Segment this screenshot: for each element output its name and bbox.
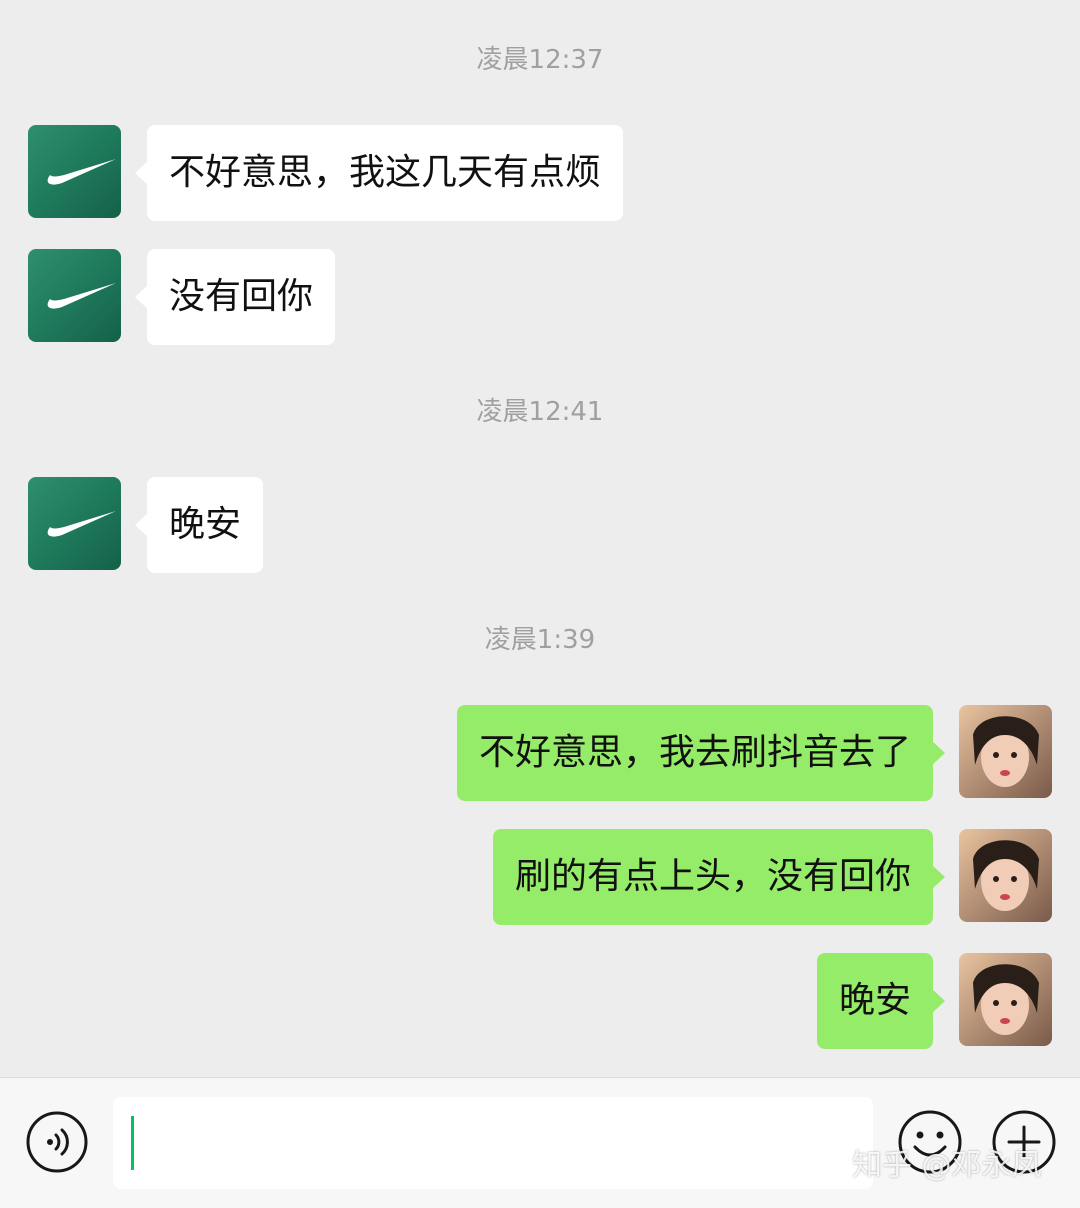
contact-avatar[interactable]	[28, 477, 121, 570]
chat-input-bar	[0, 1077, 1080, 1208]
message-bubble-incoming[interactable]: 没有回你	[134, 249, 336, 345]
more-options-button[interactable]	[991, 1109, 1057, 1175]
message-bubble-incoming[interactable]: 不好意思，我这几天有点烦	[134, 125, 624, 221]
message-timestamp: 凌晨1:39	[484, 625, 596, 655]
message-text-input[interactable]	[113, 1097, 873, 1189]
message-bubble-outgoing[interactable]: 晚安	[816, 953, 946, 1049]
message-row-incoming: 没有回你	[0, 249, 1080, 345]
contact-avatar[interactable]	[28, 249, 121, 342]
message-timestamp: 凌晨12:37	[476, 45, 604, 75]
message-bubble-outgoing[interactable]: 不好意思，我去刷抖音去了	[456, 705, 946, 801]
text-cursor	[131, 1116, 134, 1170]
plus-icon	[992, 1110, 1056, 1174]
user-avatar[interactable]	[959, 705, 1052, 798]
emoji-icon	[898, 1110, 962, 1174]
emoji-button[interactable]	[897, 1109, 963, 1175]
contact-avatar[interactable]	[28, 125, 121, 218]
message-row-outgoing: 不好意思，我去刷抖音去了	[0, 705, 1080, 801]
message-row-outgoing: 晚安	[0, 953, 1080, 1049]
voice-input-button[interactable]	[25, 1110, 89, 1174]
message-timestamp: 凌晨12:41	[476, 397, 604, 427]
message-row-incoming: 不好意思，我这几天有点烦	[0, 125, 1080, 221]
message-bubble-incoming[interactable]: 晚安	[134, 477, 264, 573]
voice-icon	[26, 1111, 88, 1173]
chat-message-list[interactable]: 凌晨12:37 不好意思，我这几天有点烦 没有回你 凌晨12:41 晚安 凌晨1…	[0, 0, 1080, 1077]
message-row-outgoing: 刷的有点上头，没有回你	[0, 829, 1080, 925]
message-row-incoming: 晚安	[0, 477, 1080, 573]
message-bubble-outgoing[interactable]: 刷的有点上头，没有回你	[492, 829, 946, 925]
user-avatar[interactable]	[959, 953, 1052, 1046]
user-avatar[interactable]	[959, 829, 1052, 922]
